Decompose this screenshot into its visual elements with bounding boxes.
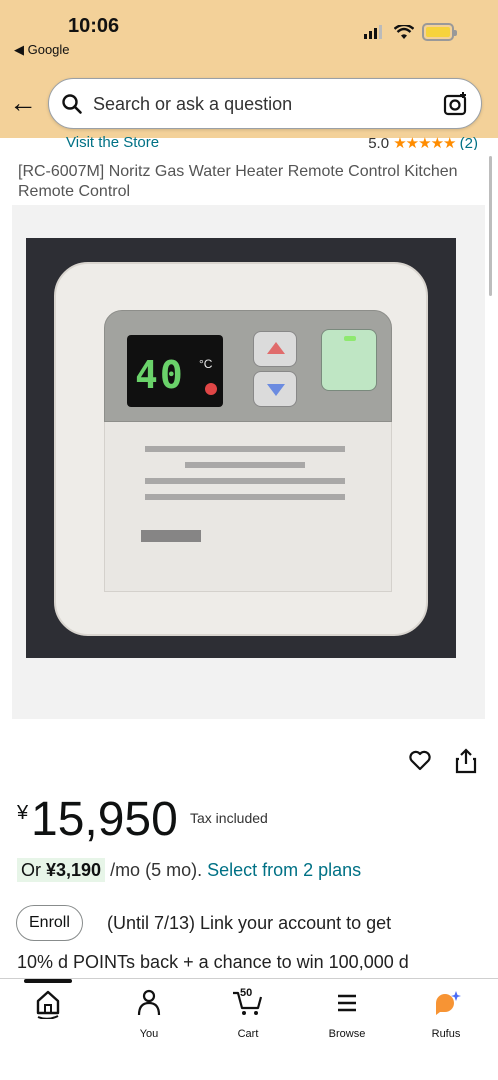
back-arrow-icon[interactable]: ← xyxy=(9,89,37,117)
person-icon xyxy=(137,989,161,1016)
active-tab-indicator xyxy=(24,979,72,983)
rating-value: 5.0 xyxy=(368,135,390,150)
nav-you[interactable]: You xyxy=(114,989,184,1040)
home-icon xyxy=(36,990,60,1020)
enroll-button[interactable]: Enroll xyxy=(16,905,83,941)
brand-logo xyxy=(141,530,201,542)
heart-icon[interactable] xyxy=(408,748,432,772)
review-count[interactable]: (2) xyxy=(460,135,478,150)
share-icon[interactable] xyxy=(454,748,478,774)
price-amount: 15,950 xyxy=(31,793,178,846)
bottom-nav: You 50 Cart Browse Rufus xyxy=(0,978,498,1080)
nav-browse[interactable]: Browse xyxy=(312,989,382,1040)
installment-amount: ¥3,190 xyxy=(46,860,102,880)
promo-text-line1: (Until 7/13) Link your account to get xyxy=(107,913,392,933)
wifi-icon xyxy=(394,24,414,39)
app-header: 10:06 ◀ Google ← Search or ask a questio… xyxy=(0,0,498,138)
status-time: 10:06 xyxy=(68,15,120,37)
battery-icon xyxy=(422,23,457,41)
product-image[interactable]: 40 °C xyxy=(12,205,485,719)
back-to-google[interactable]: ◀ Google xyxy=(14,42,70,58)
camera-search-icon[interactable] xyxy=(443,91,469,117)
star-rating: ★★★★★ xyxy=(393,135,456,150)
nav-rufus[interactable]: Rufus xyxy=(411,989,481,1040)
select-plans-link[interactable]: Select from 2 plans xyxy=(207,860,361,880)
down-button-graphic xyxy=(253,371,297,407)
up-button-graphic xyxy=(253,331,297,367)
nav-cart[interactable]: 50 Cart xyxy=(213,987,283,1040)
cart-count: 50 xyxy=(240,987,253,999)
currency-symbol: ¥ xyxy=(17,802,29,824)
installment-row: Or ¥3,190 /mo (5 mo). Select from 2 plan… xyxy=(17,858,361,882)
status-icons xyxy=(364,23,457,41)
rufus-icon xyxy=(436,991,461,1015)
scroll-indicator xyxy=(489,156,492,296)
search-input[interactable]: Search or ask a question xyxy=(93,94,292,115)
operation-button-graphic xyxy=(321,329,377,391)
promo-text-line2: 10% d POINTs back + a chance to win 100,… xyxy=(17,952,409,972)
remote-control-illustration: 40 °C xyxy=(54,262,428,636)
rating-summary[interactable]: 5.0 ★★★★★ (2) xyxy=(368,134,478,150)
visit-store-link[interactable]: Visit the Store xyxy=(66,134,159,150)
search-icon xyxy=(62,94,82,114)
product-actions xyxy=(408,748,478,774)
tax-note: Tax included xyxy=(190,810,268,826)
product-title: [RC-6007M] Noritz Gas Water Heater Remot… xyxy=(18,163,458,200)
search-bar[interactable]: Search or ask a question xyxy=(48,78,482,129)
signal-icon xyxy=(364,25,382,39)
nav-home[interactable] xyxy=(13,989,83,1024)
temperature-display: 40 °C xyxy=(127,335,223,407)
menu-icon xyxy=(338,994,356,1012)
